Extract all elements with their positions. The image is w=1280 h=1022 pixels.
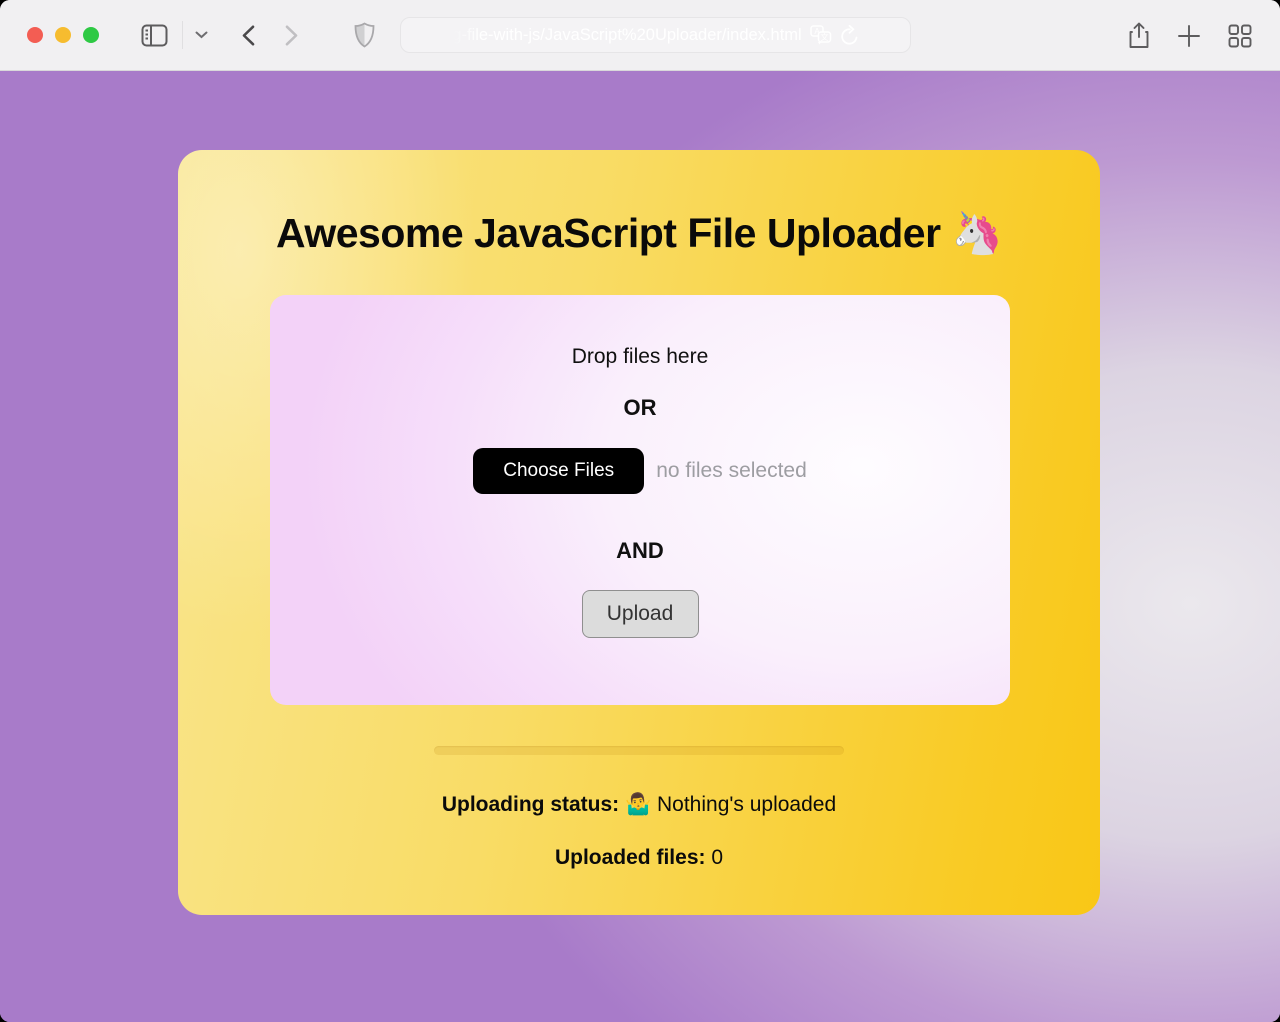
uploaded-files-label: Uploaded files: xyxy=(555,846,706,869)
drop-files-zone[interactable]: Drop files here OR Choose Files no files… xyxy=(270,295,1010,705)
new-tab-icon[interactable] xyxy=(1178,25,1200,47)
uploaded-files-line: Uploaded files: 0 xyxy=(178,846,1100,870)
translate-icon[interactable]: A 文 xyxy=(810,25,832,45)
minimize-window-button[interactable] xyxy=(55,27,71,43)
forward-button[interactable] xyxy=(285,25,298,46)
sidebar-toggle-icon[interactable] xyxy=(141,24,168,47)
browser-window: g-file-with-js/JavaScript%20Uploader/ind… xyxy=(0,0,1280,1022)
zoom-window-button[interactable] xyxy=(83,27,99,43)
reload-icon[interactable] xyxy=(840,25,859,46)
window-controls xyxy=(27,27,99,43)
browser-toolbar: g-file-with-js/JavaScript%20Uploader/ind… xyxy=(0,0,1280,71)
uploading-status-label: Uploading status: xyxy=(442,793,619,816)
or-label: OR xyxy=(270,395,1010,421)
and-label: AND xyxy=(270,538,1010,564)
uploading-status-value: 🤷‍♂️ Nothing's uploaded xyxy=(625,793,836,816)
address-bar[interactable]: g-file-with-js/JavaScript%20Uploader/ind… xyxy=(400,17,911,53)
choose-files-button[interactable]: Choose Files xyxy=(473,448,644,494)
back-button[interactable] xyxy=(242,25,255,46)
sidebar-chevron-down-icon[interactable] xyxy=(182,21,208,49)
tab-overview-icon[interactable] xyxy=(1228,24,1252,48)
uploader-card: Awesome JavaScript File Uploader 🦄 Drop … xyxy=(178,150,1100,915)
file-input-row: Choose Files no files selected xyxy=(270,448,1010,494)
privacy-shield-icon[interactable] xyxy=(354,22,375,48)
uploading-status-line: Uploading status: 🤷‍♂️ Nothing's uploade… xyxy=(178,793,1100,817)
address-bar-url[interactable]: g-file-with-js/JavaScript%20Uploader/ind… xyxy=(452,26,801,45)
share-icon[interactable] xyxy=(1128,22,1150,49)
uploaded-files-value: 0 xyxy=(711,846,723,869)
drop-files-label: Drop files here xyxy=(270,345,1010,369)
no-files-selected-text: no files selected xyxy=(656,459,807,483)
close-window-button[interactable] xyxy=(27,27,43,43)
page-background: Awesome JavaScript File Uploader 🦄 Drop … xyxy=(0,71,1280,1022)
upload-progress-bar xyxy=(434,746,844,755)
upload-button[interactable]: Upload xyxy=(582,590,699,638)
svg-text:文: 文 xyxy=(820,32,828,42)
page-title: Awesome JavaScript File Uploader 🦄 xyxy=(178,210,1100,258)
